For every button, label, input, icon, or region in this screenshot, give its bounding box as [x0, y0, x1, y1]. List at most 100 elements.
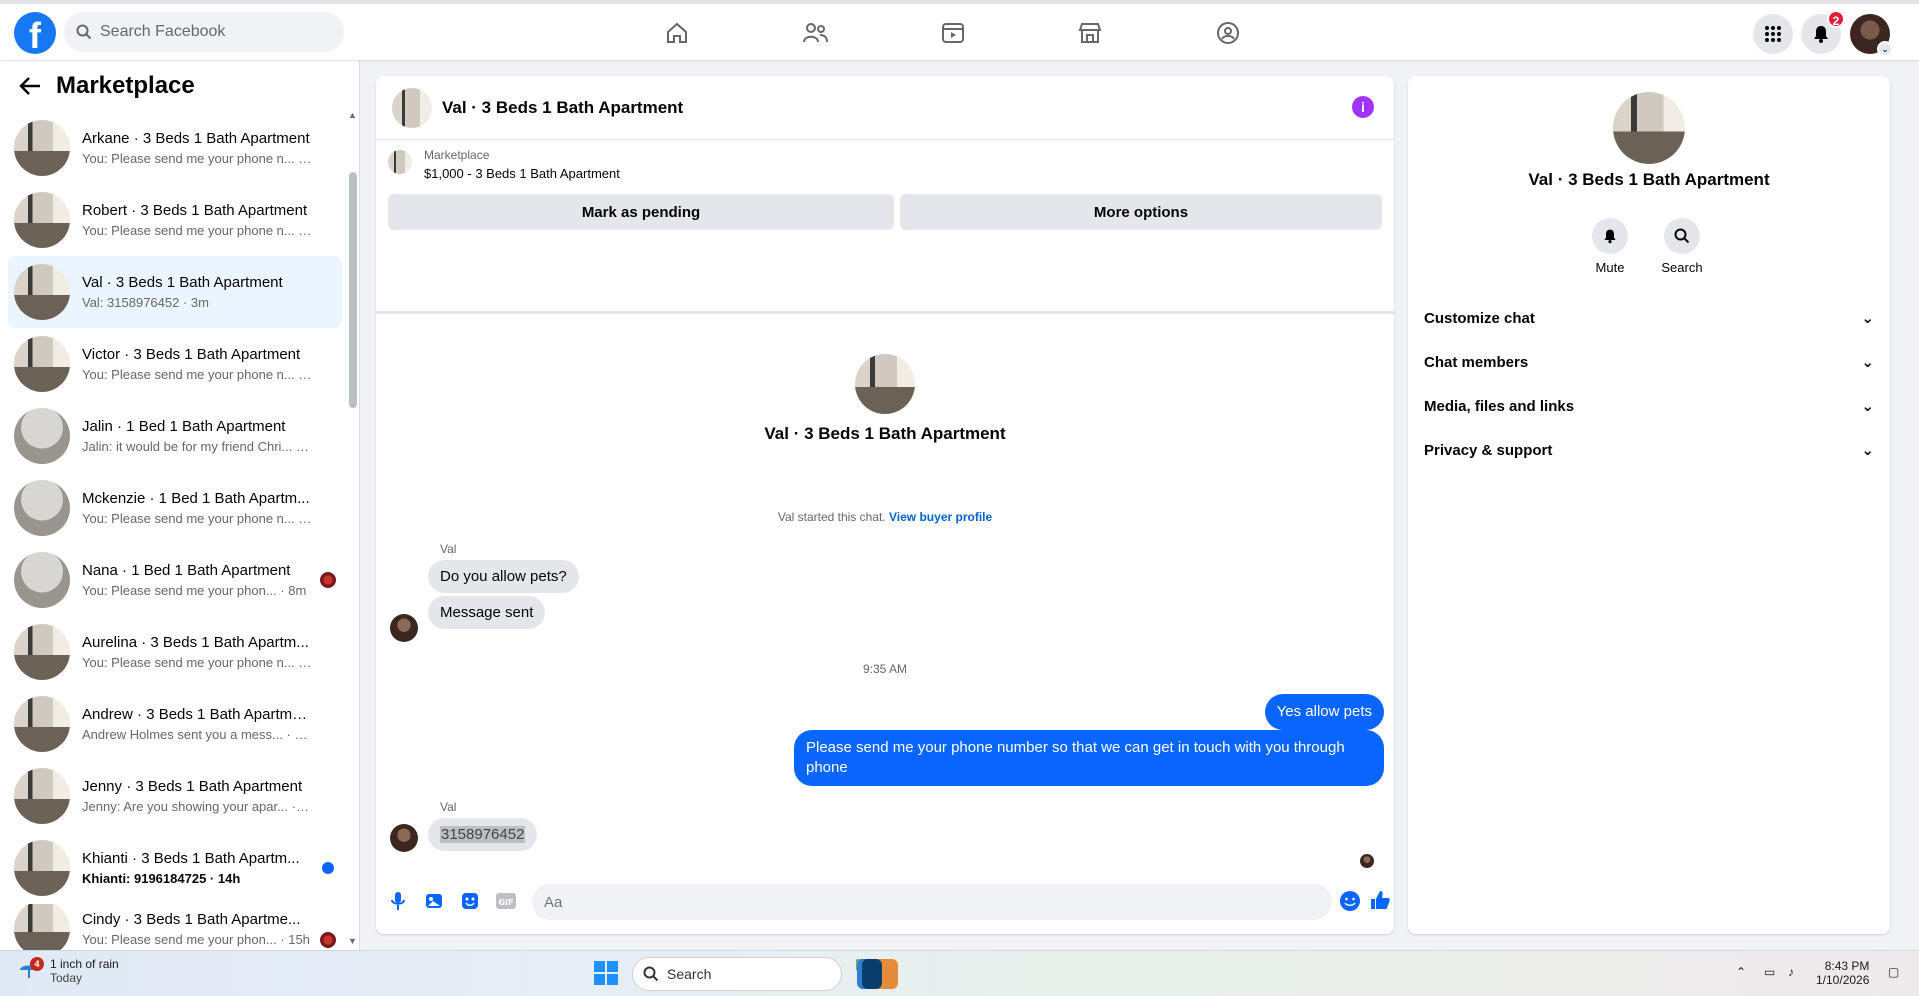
sidebar-scrollbar[interactable]	[349, 110, 357, 940]
seen-avatar	[320, 932, 336, 948]
search-input[interactable]	[100, 23, 320, 41]
conversation-item[interactable]: Khianti · 3 Beds 1 Bath Apartm... Khianti…	[8, 832, 342, 904]
menu-button[interactable]	[1753, 14, 1793, 54]
more-options-button[interactable]: More options	[900, 194, 1382, 230]
video-icon[interactable]	[938, 18, 968, 48]
svg-text:GIF: GIF	[498, 898, 513, 907]
conversation-name: Mckenzie · 1 Bed 1 Bath Apartm...	[82, 490, 310, 507]
conversation-item-active[interactable]: Val · 3 Beds 1 Bath Apartment Val: 315897…	[8, 256, 342, 328]
listing-price[interactable]: $1,000 - 3 Beds 1 Bath Apartment	[424, 166, 620, 181]
sender-name: Val	[440, 800, 457, 814]
message-timestamp: 9:35 AM	[862, 662, 908, 676]
conversation-item[interactable]: Arkane · 3 Beds 1 Bath Apartment You: Ple…	[8, 112, 342, 184]
scroll-down-arrow-icon[interactable]: ▼	[348, 936, 357, 946]
conversation-snippet: Andrew Holmes sent you a mess... · 36m	[82, 727, 312, 742]
app-icon[interactable]	[900, 959, 930, 989]
conversation-list: Arkane · 3 Beds 1 Bath Apartment You: Ple…	[8, 112, 342, 954]
selected-phone-number[interactable]: 3158976452	[440, 826, 526, 843]
notification-center-icon[interactable]: ▢	[1888, 965, 1899, 979]
chat-avatar[interactable]	[392, 87, 432, 128]
friends-icon[interactable]	[800, 18, 830, 48]
profile-avatar-large[interactable]	[855, 354, 915, 414]
media-files-links-section[interactable]: Media, files and links ⌄	[1424, 388, 1874, 424]
chevron-down-icon: ⌄	[1861, 398, 1874, 415]
conversation-item[interactable]: Cindy · 3 Beds 1 Bath Apartme... You: Ple…	[8, 904, 342, 954]
home-icon[interactable]	[662, 18, 692, 48]
seen-indicator-avatar	[1360, 854, 1374, 868]
privacy-support-section[interactable]: Privacy & support ⌄	[1424, 432, 1874, 468]
conversation-name: Cindy · 3 Beds 1 Bath Apartme...	[82, 911, 301, 928]
groups-icon[interactable]	[1213, 18, 1243, 48]
clock-date: 1/10/2026	[1816, 973, 1870, 987]
chat-members-section[interactable]: Chat members ⌄	[1424, 344, 1874, 380]
sidebar-header: Marketplace	[16, 72, 195, 100]
sender-avatar[interactable]	[390, 824, 418, 852]
conversation-item[interactable]: Mckenzie · 1 Bed 1 Bath Apartm... You: Pl…	[8, 472, 342, 544]
sender-name: Val	[440, 542, 457, 556]
conversation-snippet: Val: 3158976452 · 3m	[82, 295, 209, 310]
thumbs-up-icon[interactable]	[1366, 886, 1394, 914]
incoming-message[interactable]: Message sent	[428, 596, 546, 629]
facebook-search-box[interactable]	[64, 12, 344, 52]
microphone-icon[interactable]	[384, 887, 412, 915]
network-icon[interactable]: ▭	[1764, 965, 1775, 979]
conversation-name: Jalin · 1 Bed 1 Bath Apartment	[82, 418, 286, 435]
incoming-message[interactable]: 3158976452	[428, 818, 538, 851]
listing-avatar	[388, 150, 412, 174]
bell-icon[interactable]	[1592, 218, 1628, 254]
incoming-message[interactable]: Do you allow pets?	[428, 560, 579, 593]
conversation-item[interactable]: Aurelina · 3 Beds 1 Bath Apartm... You: P…	[8, 616, 342, 688]
search-icon	[643, 966, 659, 982]
back-arrow-icon[interactable]	[16, 72, 44, 100]
conversation-item[interactable]: Victor · 3 Beds 1 Bath Apartment You: Ple…	[8, 328, 342, 400]
message-composer: GIF	[376, 876, 1394, 926]
volume-icon[interactable]: ♪	[1788, 965, 1794, 979]
outgoing-message[interactable]: Yes allow pets	[1264, 694, 1384, 730]
conversation-item[interactable]: Nana · 1 Bed 1 Bath Apartment You: Please…	[8, 544, 342, 616]
weather-subtitle: Today	[50, 971, 83, 985]
tray-chevron-up-icon[interactable]: ⌃	[1736, 965, 1746, 979]
sender-avatar[interactable]	[390, 614, 418, 642]
scrollbar-thumb[interactable]	[349, 172, 357, 408]
marketplace-sidebar: Marketplace Arkane · 3 Beds 1 Bath Apart…	[0, 60, 360, 954]
photo-icon[interactable]	[420, 887, 448, 915]
message-input[interactable]	[532, 884, 1332, 920]
conversation-item[interactable]: Jalin · 1 Bed 1 Bath Apartment Jalin: it …	[8, 400, 342, 472]
clock[interactable]: 8:43 PM 1/10/2026	[1816, 959, 1869, 987]
chevron-down-icon: ⌄	[1877, 41, 1893, 57]
chat-started-notice: Val started this chat. View buyer profil…	[777, 510, 993, 524]
unread-dot	[322, 862, 334, 874]
search-icon[interactable]	[1664, 218, 1700, 254]
customize-chat-section[interactable]: Customize chat ⌄	[1424, 300, 1874, 336]
sticker-icon[interactable]	[456, 887, 484, 915]
windows-taskbar: 4 1 inch of rain Today Search ⌃ ▭ ♪ 8:43…	[0, 950, 1919, 996]
facebook-logo[interactable]: f	[14, 12, 56, 54]
conversation-snippet: You: Please send me your phon... · 8m	[82, 583, 307, 598]
profile-avatar[interactable]: ⌄	[1850, 14, 1893, 57]
weather-title: 1 inch of rain	[50, 957, 119, 971]
taskbar-search[interactable]: Search	[632, 957, 842, 991]
contact-avatar[interactable]	[1613, 92, 1685, 164]
view-buyer-profile-link[interactable]: View buyer profile	[889, 510, 992, 524]
emoji-icon[interactable]	[1336, 887, 1364, 915]
outgoing-message[interactable]: Please send me your phone number so that…	[794, 730, 1384, 786]
listing-thumbnail	[14, 696, 70, 752]
marketplace-icon[interactable]	[1075, 18, 1105, 48]
chat-title[interactable]: Val · 3 Beds 1 Bath Apartment	[442, 98, 683, 118]
conversation-name: Andrew · 3 Beds 1 Bath Apartment	[82, 706, 312, 723]
conversation-name: Khianti · 3 Beds 1 Bath Apartm...	[82, 850, 300, 867]
mute-action[interactable]: Mute	[1580, 218, 1640, 275]
search-action[interactable]: Search	[1652, 218, 1712, 275]
conversation-item[interactable]: Robert · 3 Beds 1 Bath Apartment You: Ple…	[8, 184, 342, 256]
chevron-down-icon: ⌄	[1861, 354, 1874, 371]
info-icon[interactable]: i	[1352, 96, 1374, 118]
app-icon[interactable]	[862, 959, 882, 989]
mark-as-pending-button[interactable]: Mark as pending	[388, 194, 894, 230]
listing-thumbnail	[14, 336, 70, 392]
weather-widget[interactable]: 4 1 inch of rain Today	[18, 957, 119, 985]
notifications-button[interactable]: 2	[1801, 10, 1845, 54]
windows-start-icon[interactable]	[592, 959, 622, 989]
conversation-item[interactable]: Jenny · 3 Beds 1 Bath Apartment Jenny: Ar…	[8, 760, 342, 832]
conversation-item[interactable]: Andrew · 3 Beds 1 Bath Apartment Andrew H…	[8, 688, 342, 760]
gif-icon[interactable]: GIF	[492, 887, 520, 915]
